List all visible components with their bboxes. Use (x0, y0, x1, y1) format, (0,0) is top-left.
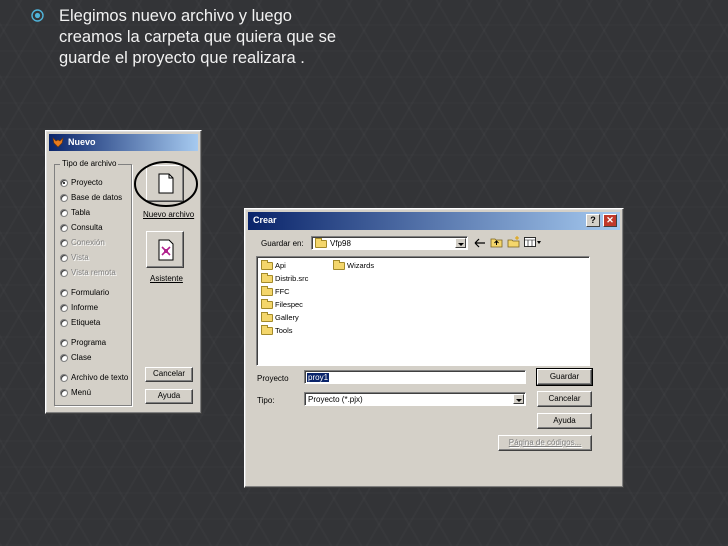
nuevo-help-button[interactable]: Ayuda (145, 389, 193, 404)
file-type-radio (60, 239, 68, 247)
file-type-label[interactable]: Informe (71, 303, 98, 312)
crear-dialog: Crear ? ✕ Guardar en: Vfp98 Api Distrib.s… (244, 208, 624, 488)
folder-icon (261, 312, 273, 323)
folder-name: Gallery (275, 313, 299, 322)
file-type-group-label: Tipo de archivo (60, 159, 119, 168)
file-type-radio[interactable] (60, 319, 68, 327)
nuevo-titlebar[interactable]: Nuevo (49, 134, 198, 151)
folder-name: Wizards (347, 261, 375, 270)
file-type-label[interactable]: Programa (71, 338, 106, 347)
crear-titlebar[interactable]: Crear ? ✕ (248, 212, 620, 230)
folder-name: Filespec (275, 300, 303, 309)
save-button[interactable]: Guardar (536, 368, 593, 386)
folder-icon (261, 273, 273, 284)
bullet-icon (31, 9, 44, 22)
file-type-label[interactable]: Etiqueta (71, 318, 100, 327)
folder-item[interactable]: Api (261, 260, 286, 271)
file-type-label[interactable]: Consulta (71, 223, 103, 232)
file-type-label: Conexión (71, 238, 105, 247)
highlight-circle (134, 161, 198, 207)
codepage-button[interactable]: Página de códigos... (498, 435, 592, 451)
chevron-down-icon[interactable] (455, 238, 466, 248)
file-type-label[interactable]: Formulario (71, 288, 109, 297)
file-type-radio[interactable] (60, 374, 68, 382)
folder-item[interactable]: FFC (261, 286, 290, 297)
folder-name: Tools (275, 326, 293, 335)
folder-item[interactable]: Distrib.src (261, 273, 309, 284)
project-name-value: proy1 (307, 373, 330, 382)
file-type-label: Vista remota (71, 268, 116, 277)
close-button[interactable]: ✕ (603, 214, 617, 227)
foxpro-icon (52, 137, 64, 148)
crear-title: Crear (253, 215, 277, 225)
folder-item[interactable]: Wizards (333, 260, 375, 271)
save-in-label: Guardar en: (261, 239, 304, 248)
file-type-label[interactable]: Proyecto (71, 178, 103, 187)
file-type-radio[interactable] (60, 289, 68, 297)
view-menu-icon[interactable] (524, 237, 542, 248)
file-type-label[interactable]: Menú (71, 388, 91, 397)
file-type-radio (60, 269, 68, 277)
save-in-select[interactable]: Vfp98 (311, 236, 468, 250)
nuevo-cancel-button[interactable]: Cancelar (145, 367, 193, 382)
new-file-label[interactable]: Nuevo archivo (143, 210, 194, 219)
wizard-label[interactable]: Asistente (150, 274, 183, 283)
folder-name: FFC (275, 287, 290, 296)
folder-item[interactable]: Filespec (261, 299, 303, 310)
file-type-label[interactable]: Base de datos (71, 193, 122, 202)
folder-item[interactable]: Gallery (261, 312, 299, 323)
crear-cancel-button[interactable]: Cancelar (537, 391, 592, 407)
crear-help-button[interactable]: Ayuda (537, 413, 592, 429)
folder-name: Distrib.src (275, 274, 309, 283)
file-type-radio (60, 254, 68, 262)
nuevo-dialog: Nuevo Tipo de archivo Proyecto Base de da… (45, 130, 202, 414)
file-type-radio[interactable] (60, 179, 68, 187)
slide-bullet: Elegimos nuevo archivo y luego creamos l… (31, 6, 415, 69)
help-title-button[interactable]: ? (586, 214, 600, 227)
type-value: Proyecto (*.pjx) (308, 395, 363, 404)
back-arrow-icon[interactable] (474, 238, 486, 248)
type-label: Tipo: (257, 396, 275, 405)
file-type-radio[interactable] (60, 389, 68, 397)
file-type-radio[interactable] (60, 354, 68, 362)
file-type-radio[interactable] (60, 194, 68, 202)
wizard-button[interactable] (146, 231, 184, 268)
project-name-input[interactable]: proy1 (304, 370, 526, 384)
project-label: Proyecto (257, 374, 289, 383)
folder-icon (261, 299, 273, 310)
save-in-value: Vfp98 (330, 239, 351, 248)
folder-icon (261, 286, 273, 297)
folder-icon (315, 238, 327, 248)
new-folder-icon[interactable] (507, 236, 520, 248)
file-type-radio[interactable] (60, 224, 68, 232)
wizard-icon (158, 239, 174, 261)
file-type-radio[interactable] (60, 304, 68, 312)
nuevo-title: Nuevo (68, 137, 96, 147)
folder-list[interactable]: Api Distrib.src FFC Filespec Gallery Tools Wi… (256, 256, 590, 366)
folder-icon (261, 260, 273, 271)
up-folder-icon[interactable] (490, 236, 503, 248)
file-type-label[interactable]: Tabla (71, 208, 90, 217)
folder-icon (333, 260, 345, 271)
file-type-radio[interactable] (60, 339, 68, 347)
file-type-radio[interactable] (60, 209, 68, 217)
slide-bullet-text: Elegimos nuevo archivo y luego creamos l… (59, 7, 337, 67)
folder-item[interactable]: Tools (261, 325, 293, 336)
folder-icon (261, 325, 273, 336)
type-select[interactable]: Proyecto (*.pjx) (304, 392, 526, 406)
file-type-label[interactable]: Clase (71, 353, 91, 362)
file-type-label[interactable]: Archivo de texto (71, 373, 128, 382)
file-type-label: Vista (71, 253, 89, 262)
folder-name: Api (275, 261, 286, 270)
type-chevron-down-icon[interactable] (513, 394, 524, 404)
